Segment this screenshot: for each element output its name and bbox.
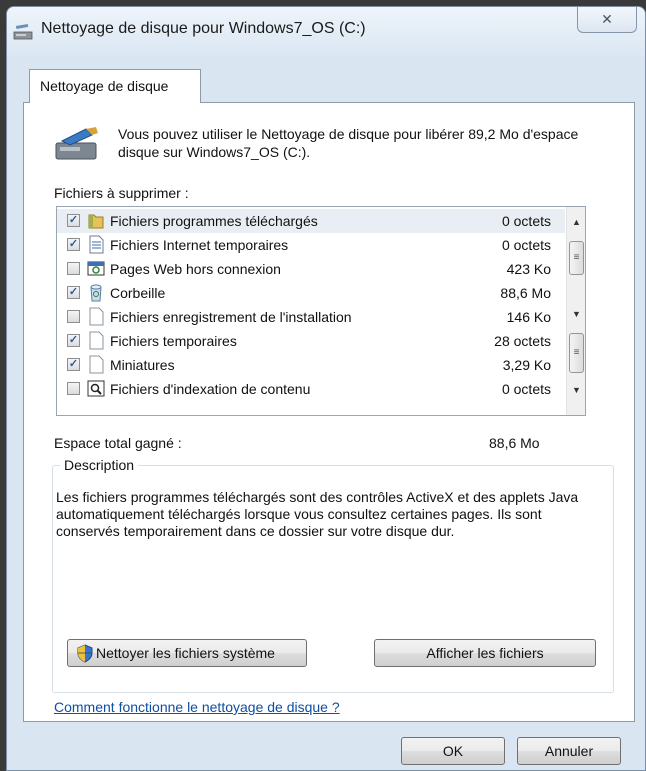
blank-file-icon [89, 355, 104, 374]
checkbox[interactable] [67, 262, 80, 275]
file-name: Fichiers Internet temporaires [110, 237, 289, 253]
file-name: Fichiers temporaires [110, 333, 237, 349]
checkbox[interactable] [67, 310, 80, 323]
disk-cleanup-window: Nettoyage de disque pour Windows7_OS (C:… [6, 6, 646, 771]
description-legend: Description [60, 457, 139, 473]
scroll-down-arrow-icon[interactable]: ▼ [567, 305, 586, 323]
tab-disk-cleanup[interactable]: Nettoyage de disque [29, 69, 201, 103]
folder-icon [88, 214, 104, 229]
checkbox[interactable]: ✓ [67, 238, 80, 251]
scroll-thumb-secondary[interactable]: ≡ [569, 333, 584, 373]
shield-icon [77, 644, 93, 663]
checkbox[interactable]: ✓ [67, 214, 80, 227]
total-space-value: 88,6 Mo [489, 435, 540, 451]
description-text: Les fichiers programmes téléchargés sont… [56, 489, 579, 539]
list-item[interactable]: Pages Web hors connexion 423 Ko [57, 257, 565, 281]
checkbox[interactable]: ✓ [67, 358, 80, 371]
file-size: 3,29 Ko [502, 357, 551, 373]
files-list[interactable]: ✓ Fichiers programmes téléchargés 0 octe… [56, 206, 586, 416]
list-item[interactable]: ✓ Fichiers programmes téléchargés 0 octe… [57, 209, 565, 233]
scroll-down-arrow-icon[interactable]: ▼ [567, 381, 586, 399]
checkbox[interactable]: ✓ [67, 334, 80, 347]
file-size: 88,6 Mo [500, 285, 551, 301]
file-size: 0 octets [501, 237, 551, 253]
files-to-delete-label: Fichiers à supprimer : [54, 185, 189, 201]
scroll-up-arrow-icon[interactable]: ▲ [567, 213, 586, 231]
clean-system-files-label: Nettoyer les fichiers système [96, 645, 275, 661]
search-file-icon [87, 380, 105, 397]
clean-system-files-button[interactable]: Nettoyer les fichiers système [67, 639, 307, 667]
file-name: Pages Web hors connexion [110, 261, 281, 277]
file-name: Miniatures [110, 357, 175, 373]
help-link[interactable]: Comment fonctionne le nettoyage de disqu… [54, 699, 340, 715]
document-icon [89, 235, 104, 254]
file-name: Fichiers d'indexation de contenu [110, 381, 311, 397]
checkbox[interactable] [67, 382, 80, 395]
view-files-button[interactable]: Afficher les fichiers [374, 639, 596, 667]
recycle-bin-icon [90, 284, 102, 302]
list-item[interactable]: ✓ Corbeille 88,6 Mo [57, 281, 565, 305]
file-size: 423 Ko [506, 261, 551, 277]
window-title: Nettoyage de disque pour Windows7_OS (C:… [41, 20, 366, 37]
cancel-button[interactable]: Annuler [517, 737, 621, 765]
close-button[interactable]: ✕ [577, 7, 637, 33]
list-item[interactable]: Fichiers d'indexation de contenu 0 octet… [57, 377, 565, 401]
intro-text: Vous pouvez utiliser le Nettoyage de dis… [118, 126, 579, 160]
file-size: 146 Ko [506, 309, 551, 325]
file-name: Corbeille [110, 285, 166, 301]
ok-button[interactable]: OK [401, 737, 505, 765]
tab-panel: Vous pouvez utiliser le Nettoyage de dis… [23, 102, 635, 722]
title-bar[interactable]: Nettoyage de disque pour Windows7_OS (C:… [7, 7, 645, 57]
file-name: Fichiers programmes téléchargés [110, 213, 318, 229]
blank-file-icon [89, 331, 104, 350]
file-name: Fichiers enregistrement de l'installatio… [110, 309, 352, 325]
disk-cleanup-app-icon [13, 23, 33, 40]
disk-cleanup-icon [55, 127, 98, 160]
list-item[interactable]: ✓ Miniatures 3,29 Ko [57, 353, 565, 377]
list-item[interactable]: ✓ Fichiers temporaires 28 octets [57, 329, 565, 353]
file-size: 0 octets [501, 381, 551, 397]
blank-file-icon [89, 307, 104, 326]
list-scrollbar[interactable]: ▲ ≡ ▼ ≡ ▼ [566, 207, 585, 415]
offline-pages-icon [87, 261, 105, 276]
total-space-label: Espace total gagné : [54, 435, 182, 451]
list-item[interactable]: Fichiers enregistrement de l'installatio… [57, 305, 565, 329]
file-size: 28 octets [494, 333, 551, 349]
file-size: 0 octets [501, 213, 551, 229]
scroll-thumb[interactable]: ≡ [569, 241, 584, 275]
list-item[interactable]: ✓ Fichiers Internet temporaires 0 octets [57, 233, 565, 257]
checkbox[interactable]: ✓ [67, 286, 80, 299]
